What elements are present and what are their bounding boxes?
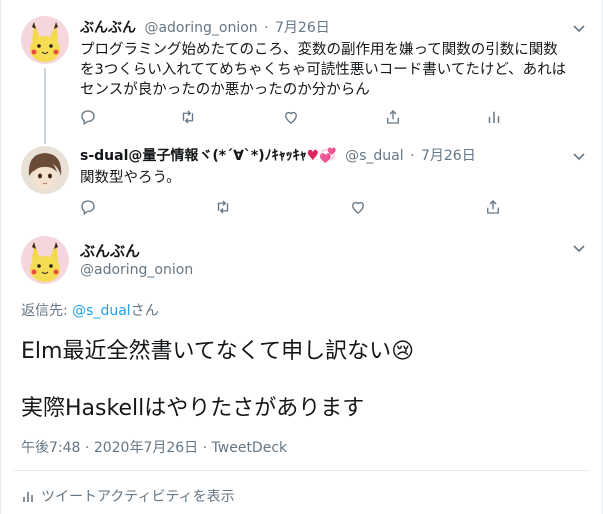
tweet-text-line: Elm最近全然書いてなくて申し訳ない😢 [21,337,414,367]
more-options-chevron-icon[interactable] [569,18,589,38]
tweet-actions [77,106,507,128]
tweet-text-line: 関数型やろう。 [80,170,181,186]
tweet-time[interactable]: 午後7:48 [21,440,80,456]
tweet-metadata: 午後7:48 · 2020年7月26日 · TweetDeck [21,437,287,457]
author-name[interactable]: s-dual@量子情報ヾ(*ˊ∀ˋ*)ﾉｷｬｯｷｬ [80,148,307,164]
reply-prefix: 返信先: [21,303,73,319]
tweet-thread: ぶんぶん @adoring_onion · 7月26日 プログラミング始めたての… [0,0,603,514]
tweet-date[interactable]: 7月26日 [275,20,330,36]
tweet-date[interactable]: 7月26日 [421,148,476,164]
reply-icon[interactable] [77,106,99,128]
author-name[interactable]: ぶんぶん [80,20,136,36]
tweet-header: ぶんぶん @adoring_onion · 7月26日 [80,18,330,38]
avatar[interactable] [21,16,69,64]
like-icon[interactable] [347,196,369,218]
separator: · [264,20,269,36]
avatar[interactable] [21,146,69,194]
analytics-icon [23,492,33,502]
tweet-source[interactable]: TweetDeck [212,440,288,456]
reply-icon[interactable] [77,196,99,218]
retweet-icon[interactable] [177,106,199,128]
tweet-text-part: Elm最近全然書いてなくて申し訳ない [21,339,392,364]
separator: · [198,440,212,456]
heart-emoji: ♥💞 [306,148,337,164]
tweet-text-line: 実際Haskellはやりたさがあります [21,396,365,421]
share-icon[interactable] [382,106,404,128]
tweet-text-line: を3つくらい入れててめちゃくちゃ可読性悪いコード書いてたけど、あれは [80,62,567,78]
more-options-chevron-icon[interactable] [569,146,589,166]
tweet-full-date[interactable]: 2020年7月26日 [94,440,198,456]
separator: · [80,440,94,456]
reply-mention-link[interactable]: @s_dual [72,303,131,319]
anime-avatar-image [21,146,69,194]
tweet-text-line: プログラミング始めたてのころ、変数の副作用を嫌って関数の引数に関数 [80,42,558,58]
retweet-icon[interactable] [212,196,234,218]
view-tweet-activity-link[interactable]: ツイートアクティビティを表示 [21,486,235,506]
activity-label: ツイートアクティビティを表示 [41,489,235,505]
separator: · [410,148,415,164]
pikachu-avatar-image [21,16,69,64]
reply-suffix: さん [130,303,159,319]
author-name[interactable]: ぶんぶん [80,240,140,261]
tweet-header: s-dual@量子情報ヾ(*ˊ∀ˋ*)ﾉｷｬｯｷｬ♥💞 @s_dual · 7月… [80,146,476,166]
divider [13,470,590,471]
analytics-icon[interactable] [483,106,505,128]
tweet-text: プログラミング始めたてのころ、変数の副作用を嫌って関数の引数に関数 を3つくらい… [80,40,566,100]
avatar[interactable] [21,236,69,284]
author-handle[interactable]: @adoring_onion [144,20,257,36]
author-handle[interactable]: @adoring_onion [80,262,193,278]
crying-face-emoji: 😢 [391,339,415,364]
thread-line [44,68,46,144]
author-handle[interactable]: @s_dual [345,148,404,164]
tweet-text: 関数型やろう。 [80,168,181,188]
like-icon[interactable] [280,106,302,128]
reply-context: 返信先: @s_dualさん [21,300,159,320]
pikachu-avatar-image [21,236,69,284]
tweet-actions [77,196,507,218]
share-icon[interactable] [482,196,504,218]
more-options-chevron-icon[interactable] [569,238,589,258]
tweet-text-line: センスが良かったのか悪かったのか分からん [80,82,370,98]
